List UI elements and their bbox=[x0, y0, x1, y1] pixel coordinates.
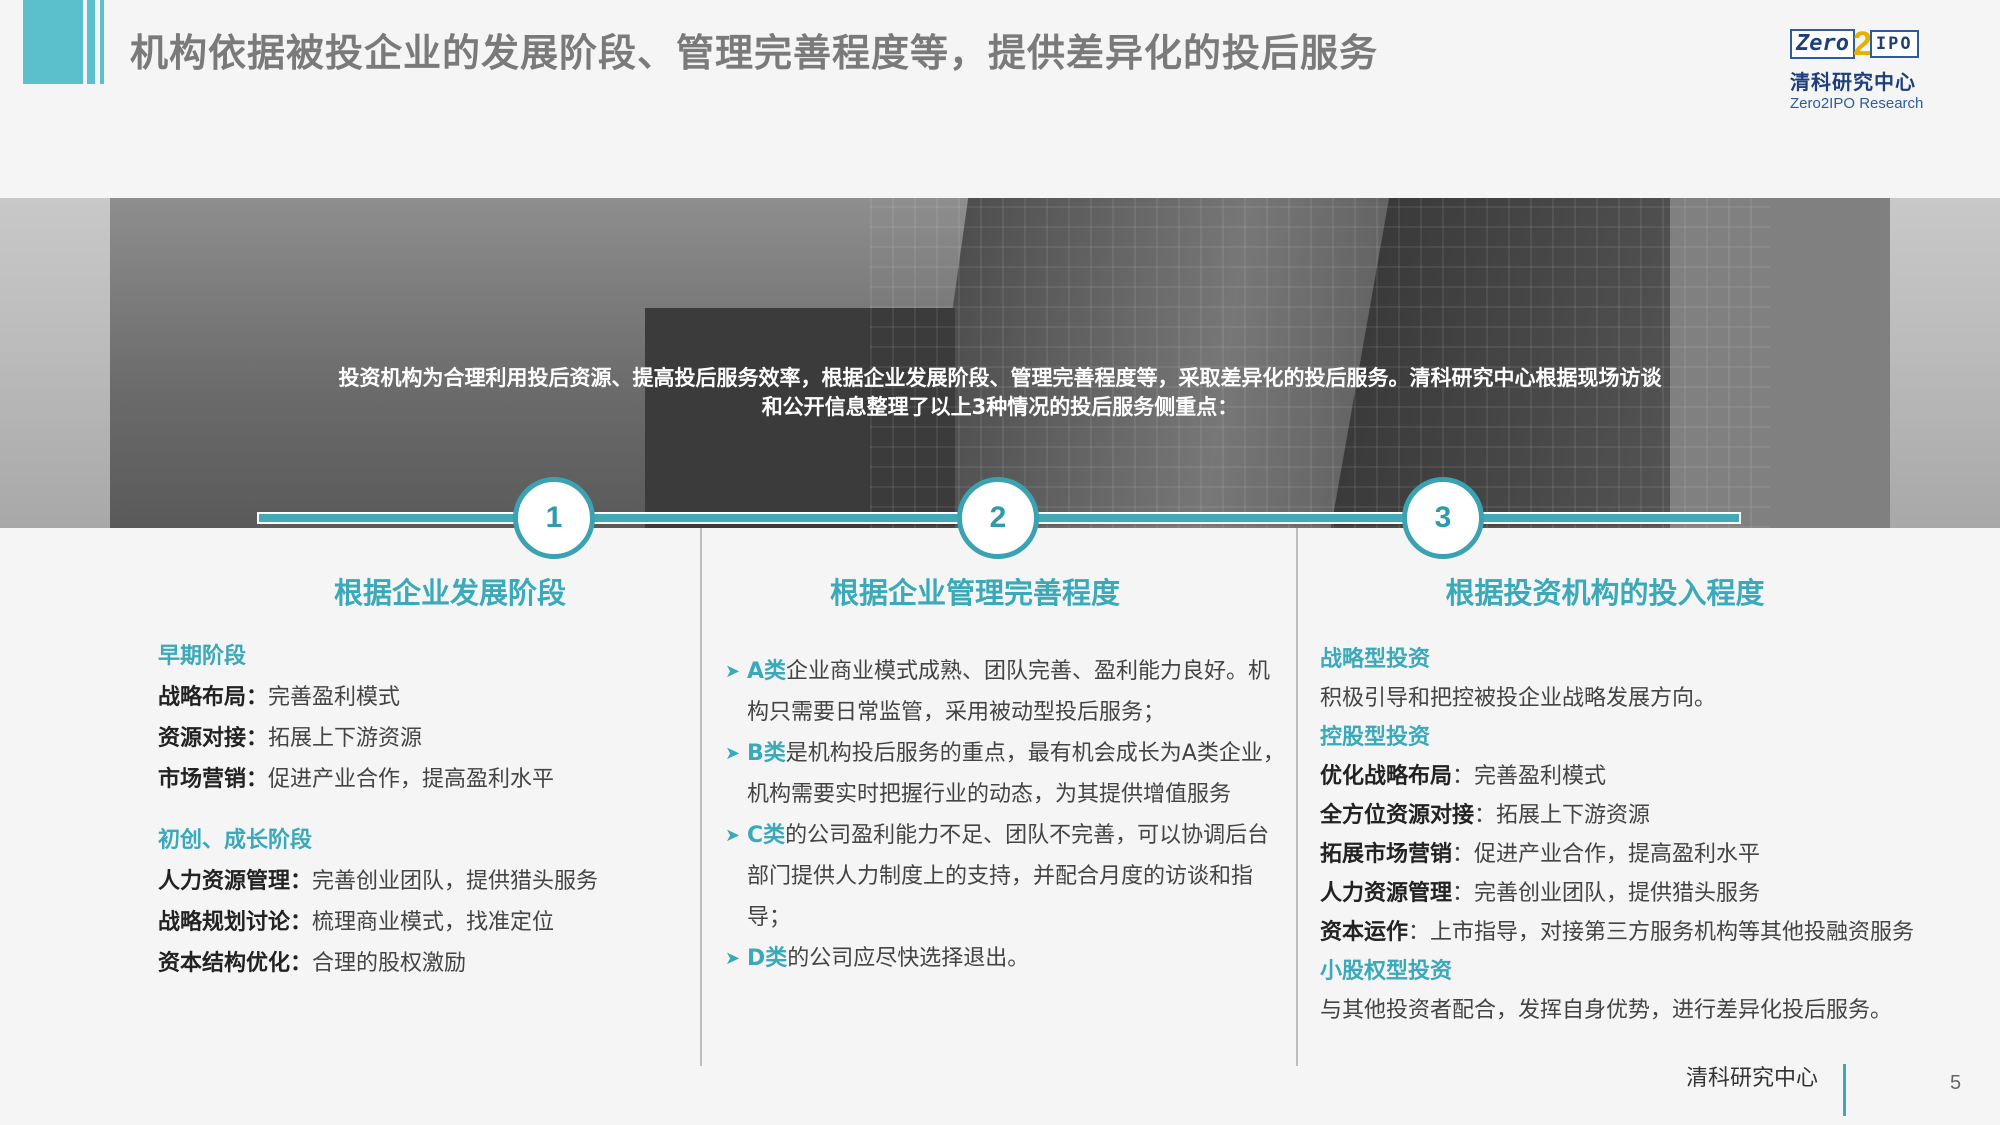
item-value: 梳理商业模式，找准定位 bbox=[312, 910, 555, 935]
footer-org-name: 清科研究中心 bbox=[1686, 1066, 1819, 1091]
arrow-bullet-icon: ➤ bbox=[725, 948, 741, 969]
item-value: 完善创业团队，提供猎头服务 bbox=[312, 869, 599, 894]
list-item: 市场营销：促进产业合作，提高盈利水平 bbox=[158, 759, 598, 800]
item-key: 资源对接： bbox=[158, 726, 269, 751]
item-key: 人力资源管理： bbox=[158, 869, 313, 894]
col1-content: 早期阶段 战略布局：完善盈利模式 资源对接：拓展上下游资源 市场营销：促进产业合… bbox=[158, 636, 598, 984]
list-item: 人力资源管理：完善创业团队，提供猎头服务 bbox=[1320, 874, 1914, 913]
item-value: 合理的股权激励 bbox=[312, 951, 467, 976]
logo-ipo: IPO bbox=[1869, 30, 1919, 58]
col1-sec2-heading: 初创、成长阶段 bbox=[158, 828, 313, 853]
col3-title: 根据投资机构的投入程度 bbox=[1445, 576, 1765, 610]
col1-sec1-heading: 早期阶段 bbox=[158, 644, 247, 669]
class-label: B类 bbox=[747, 741, 786, 766]
page-title: 机构依据被投企业的发展阶段、管理完善程度等，提供差异化的投后服务 bbox=[130, 31, 1379, 75]
list-item: 人力资源管理：完善创业团队，提供猎头服务 bbox=[158, 861, 598, 902]
list-item: 全方位资源对接：拓展上下游资源 bbox=[1320, 796, 1914, 835]
class-text: 的公司应尽快选择退出。 bbox=[787, 946, 1030, 971]
class-label: D类 bbox=[747, 946, 788, 971]
zero2ipo-logo: Zero 2 IPO 清科研究中心 Zero2IPO Research bbox=[1790, 27, 1930, 112]
list-item: 拓展市场营销：促进产业合作，提高盈利水平 bbox=[1320, 835, 1914, 874]
logo-cn-name: 清科研究中心 bbox=[1790, 70, 1916, 94]
class-label: A类 bbox=[747, 659, 787, 684]
item-key: 市场营销： bbox=[158, 767, 269, 792]
arrow-bullet-icon: ➤ bbox=[725, 743, 741, 764]
item-key: 人力资源管理 bbox=[1320, 881, 1453, 906]
col3-sec3-heading: 小股权型投资 bbox=[1320, 959, 1453, 984]
step-3-circle: 3 bbox=[1402, 477, 1484, 559]
footer-divider-bar bbox=[1843, 1064, 1846, 1116]
col2-title: 根据企业管理完善程度 bbox=[829, 576, 1120, 610]
item-value: ：上市指导，对接第三方服务机构等其他投融资服务 bbox=[1408, 920, 1915, 945]
col3-sec1-heading: 战略型投资 bbox=[1320, 647, 1431, 672]
list-item: 战略布局：完善盈利模式 bbox=[158, 677, 598, 718]
list-item: ➤ A类企业商业模式成熟、团队完善、盈利能力良好。机构只需要日常监管，采用被动型投… bbox=[725, 651, 1285, 733]
list-item: ➤ D类的公司应尽快选择退出。 bbox=[725, 938, 1285, 979]
logo-zero: Zero bbox=[1790, 29, 1855, 59]
item-value: ：促进产业合作，提高盈利水平 bbox=[1452, 842, 1761, 867]
list-item: 资本结构优化：合理的股权激励 bbox=[158, 943, 598, 984]
logo-mark: Zero 2 IPO bbox=[1790, 27, 1930, 61]
item-key: 全方位资源对接 bbox=[1320, 803, 1475, 828]
list-item: 资本运作：上市指导，对接第三方服务机构等其他投融资服务 bbox=[1320, 913, 1914, 952]
class-text: 的公司盈利能力不足、团队不完善，可以协调后台部门提供人力制度上的支持，并配合月度… bbox=[747, 823, 1270, 930]
class-label: C类 bbox=[747, 823, 786, 848]
step-1-circle: 1 bbox=[513, 477, 595, 559]
col2-content: ➤ A类企业商业模式成熟、团队完善、盈利能力良好。机构只需要日常监管，采用被动型投… bbox=[725, 651, 1285, 979]
banner-line-1: 投资机构为合理利用投后资源、提高投后服务效率，根据企业发展阶段、管理完善程度等，… bbox=[338, 366, 1662, 390]
item-value: 促进产业合作，提高盈利水平 bbox=[268, 767, 555, 792]
page-number: 5 bbox=[1950, 1072, 1962, 1094]
column-divider bbox=[700, 528, 702, 1066]
col3-sec2-heading: 控股型投资 bbox=[1320, 725, 1431, 750]
header-bar-thinner bbox=[100, 0, 104, 84]
header-bar-wide bbox=[23, 0, 83, 84]
col1-title: 根据企业发展阶段 bbox=[333, 576, 566, 610]
item-key: 资本运作 bbox=[1320, 920, 1409, 945]
item-value: 完善盈利模式 bbox=[268, 685, 401, 710]
step-2-circle: 2 bbox=[957, 477, 1039, 559]
banner-intro-text: 投资机构为合理利用投后资源、提高投后服务效率，根据企业发展阶段、管理完善程度等，… bbox=[200, 364, 1800, 422]
list-item: 资源对接：拓展上下游资源 bbox=[158, 718, 598, 759]
item-key: 资本结构优化： bbox=[158, 951, 313, 976]
item-key: 战略布局： bbox=[158, 685, 269, 710]
logo-en-name: Zero2IPO Research bbox=[1790, 95, 1924, 112]
col3-sec3-desc: 与其他投资者配合，发挥自身优势，进行差异化投后服务。 bbox=[1320, 998, 1893, 1023]
item-value: ：完善创业团队，提供猎头服务 bbox=[1452, 881, 1761, 906]
item-value: ：完善盈利模式 bbox=[1452, 764, 1607, 789]
list-item: 战略规划讨论：梳理商业模式，找准定位 bbox=[158, 902, 598, 943]
column-divider bbox=[1296, 528, 1298, 1066]
arrow-bullet-icon: ➤ bbox=[725, 825, 741, 846]
item-key: 拓展市场营销 bbox=[1320, 842, 1453, 867]
list-item: ➤ B类是机构投后服务的重点，最有机会成长为A类企业，机构需要实时把握行业的动态，… bbox=[725, 733, 1285, 815]
list-item: ➤ C类的公司盈利能力不足、团队不完善，可以协调后台部门提供人力制度上的支持，并配… bbox=[725, 815, 1285, 938]
item-value: 拓展上下游资源 bbox=[268, 726, 423, 751]
class-text: 企业商业模式成熟、团队完善、盈利能力良好。机构只需要日常监管，采用被动型投后服务… bbox=[747, 659, 1271, 725]
arrow-bullet-icon: ➤ bbox=[725, 661, 741, 682]
item-key: 优化战略布局 bbox=[1320, 764, 1453, 789]
col3-sec1-desc: 积极引导和把控被投企业战略发展方向。 bbox=[1320, 686, 1717, 711]
col3-content: 战略型投资 积极引导和把控被投企业战略发展方向。 控股型投资 优化战略布局：完善… bbox=[1320, 640, 1914, 1030]
header-bar-thin bbox=[87, 0, 95, 84]
banner-line-2: 和公开信息整理了以上3种情况的投后服务侧重点： bbox=[761, 395, 1239, 419]
class-text: 是机构投后服务的重点，最有机会成长为A类企业，机构需要实时把握行业的动态，为其提… bbox=[747, 741, 1285, 807]
item-value: ：拓展上下游资源 bbox=[1474, 803, 1651, 828]
item-key: 战略规划讨论： bbox=[158, 910, 313, 935]
list-item: 优化战略布局：完善盈利模式 bbox=[1320, 757, 1914, 796]
